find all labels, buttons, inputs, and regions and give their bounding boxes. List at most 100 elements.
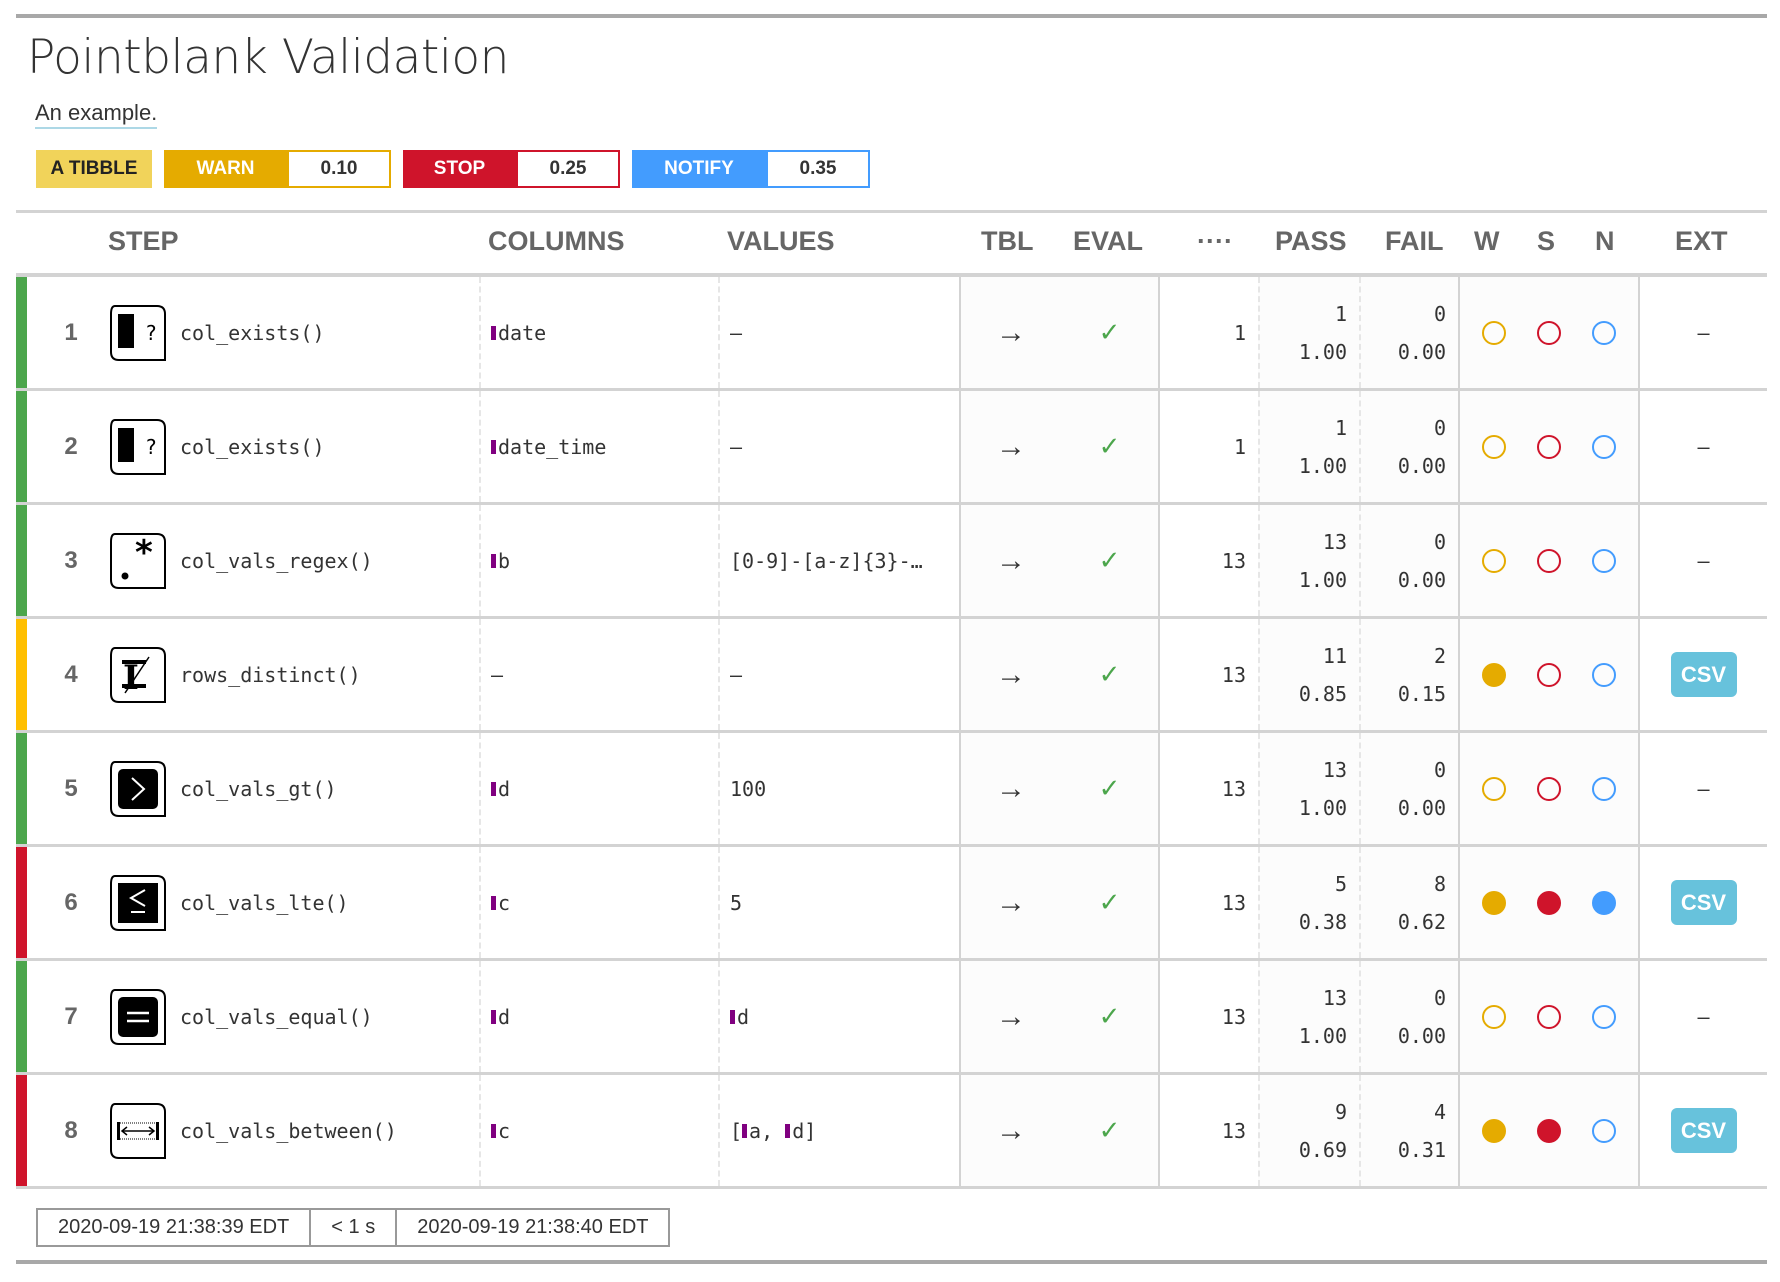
step-number: 4 [64,660,78,688]
top-rule [16,14,1767,18]
ext-cell: — [1638,961,1767,1072]
eval-check-icon: ✓ [1098,545,1121,575]
column-name: date [498,320,547,345]
page-title: Pointblank Validation [27,30,509,85]
notify-badge: NOTIFY 0.35 [632,150,870,188]
table-row: 7 col_vals_equal() d d → ✓ 13 13 1.00 0 0.… [16,961,1767,1075]
distinct-icon: I [110,647,166,703]
columns-cell: b [479,505,718,616]
header-pass: PASS [1275,226,1347,256]
fail-cell: 0 0.00 [1359,277,1458,388]
pass-fraction: 1.00 [1298,1023,1347,1048]
csv-download-button[interactable]: CSV [1670,652,1737,697]
col-exists-icon: ? [110,305,166,361]
units-cell: 13 [1158,505,1258,616]
pass-count: 1 [1334,301,1347,326]
pass-fraction: 0.38 [1298,909,1347,934]
pass-fraction: 0.69 [1298,1137,1347,1162]
svg-text:?: ? [145,321,157,345]
units-cell: 1 [1158,391,1258,502]
notify-value: 0.35 [766,150,870,188]
pass-cell: 13 1.00 [1258,505,1359,616]
step-number: 3 [64,546,78,574]
step-function: col_vals_regex() [180,548,373,573]
threshold-badges: A TIBBLE WARN 0.10 STOP 0.25 NOTIFY 0.35 [36,150,870,188]
notify-indicator [1592,1118,1617,1143]
table-row: 8 col_vals_between() c [a, d] → ✓ 13 9 0.… [16,1075,1767,1189]
header-ext: EXT [1675,226,1728,256]
fail-fraction: 0.00 [1397,339,1446,364]
values-cell: 5 [718,847,959,958]
step-function: col_vals_gt() [180,776,337,801]
col-exists-icon: ? [110,419,166,475]
step-number: 8 [64,1116,78,1144]
pass-cell: 5 0.38 [1258,847,1359,958]
value-text: — [730,434,743,459]
columns-cell: c [479,1075,718,1186]
notify-indicator [1592,320,1617,345]
header-units: ···· [1197,226,1233,256]
eval-check-icon: ✓ [1098,317,1121,347]
stop-indicator [1536,548,1561,573]
action-levels [1458,277,1638,388]
fail-cell: 0 0.00 [1359,733,1458,844]
ext-cell: CSV [1638,619,1767,730]
pass-count: 13 [1322,529,1347,554]
table-type-label: A TIBBLE [36,150,152,188]
status-bar [16,961,27,1072]
pass-cell: 1 1.00 [1258,391,1359,502]
pass-cell: 1 1.00 [1258,277,1359,388]
columns-cell: — [479,619,718,730]
page-subtitle: An example. [35,100,158,129]
warn-indicator [1481,890,1506,915]
warn-indicator [1481,434,1506,459]
table-arrow-icon[interactable]: → [961,277,1061,388]
ext-empty: — [1697,434,1710,459]
units-cell: 13 [1158,847,1258,958]
step-number: 6 [64,888,78,916]
eval-check-icon: ✓ [1098,1001,1121,1031]
warn-indicator [1481,776,1506,801]
ext-cell: CSV [1638,1075,1767,1186]
table-arrow-icon[interactable]: → [961,505,1061,616]
column-name: d [498,1004,511,1029]
duration: < 1 s [311,1210,398,1245]
pass-fraction: 1.00 [1298,453,1347,478]
action-levels [1458,961,1638,1072]
header-values: VALUES [727,226,835,256]
csv-download-button[interactable]: CSV [1670,1108,1737,1153]
between-icon [110,1103,166,1159]
fail-fraction: 0.15 [1397,681,1446,706]
svg-text:?: ? [145,435,157,459]
table-arrow-icon[interactable]: → [961,961,1061,1072]
fail-fraction: 0.00 [1397,453,1446,478]
value-text: 100 [730,776,767,801]
pass-fraction: 1.00 [1298,795,1347,820]
value-column: d [792,1118,805,1143]
table-arrow-icon[interactable]: → [961,391,1061,502]
column-marker [491,781,496,796]
pass-count: 11 [1322,643,1347,668]
status-bar [16,847,27,958]
pass-cell: 13 1.00 [1258,961,1359,1072]
header-columns: COLUMNS [488,226,625,256]
table-arrow-icon[interactable]: → [961,619,1061,730]
values-cell: [0-9]-[a-z]{3}-… [718,505,959,616]
table-arrow-icon[interactable]: → [961,733,1061,844]
values-cell: — [718,391,959,502]
fail-count: 0 [1433,757,1446,782]
value-text: — [730,662,743,687]
csv-download-button[interactable]: CSV [1670,880,1737,925]
stop-value: 0.25 [516,150,620,188]
table-arrow-icon[interactable]: → [961,847,1061,958]
warn-indicator [1481,548,1506,573]
column-marker [491,439,496,454]
regex-icon: * [110,533,166,589]
table-arrow-icon[interactable]: → [961,1075,1061,1186]
table-row: 5 col_vals_gt() d 100 → ✓ 13 13 1.00 0 0.0… [16,733,1767,847]
eval-check-icon: ✓ [1098,887,1121,917]
pass-count: 13 [1322,757,1347,782]
action-levels [1458,619,1638,730]
fail-fraction: 0.00 [1397,567,1446,592]
column-name: b [498,548,511,573]
